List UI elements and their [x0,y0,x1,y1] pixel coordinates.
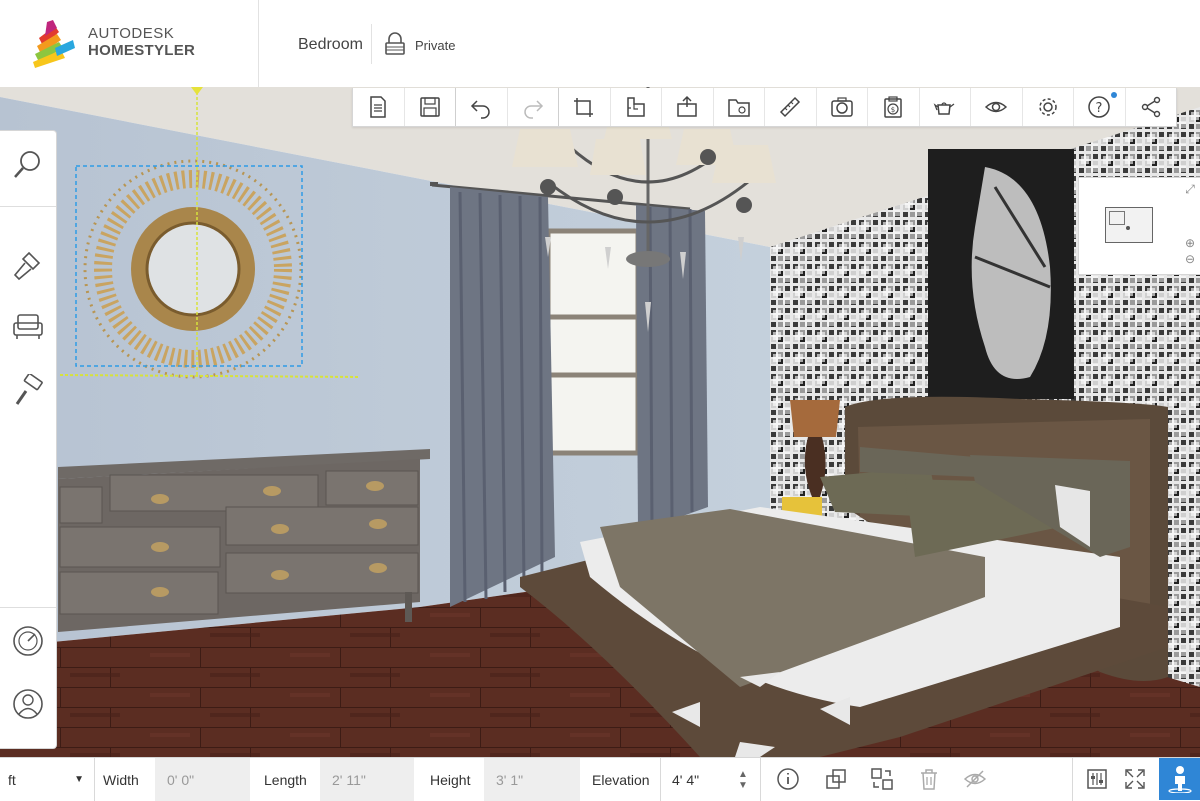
document-icon [370,96,386,118]
gear-icon [1039,98,1057,116]
brand-autodesk: AUTODESK [88,25,175,42]
redo-button[interactable] [508,88,559,126]
snapshot-button[interactable] [817,88,868,126]
add-floor-icon [677,95,697,117]
bar-divider [660,758,661,801]
walkthrough-view-button[interactable] [1159,758,1200,800]
open-folder-button[interactable] [714,88,765,126]
view-toggle-button[interactable] [971,88,1023,126]
roller-button[interactable] [8,371,48,411]
room-3d-view[interactable] [0,87,1200,757]
height-field[interactable]: 3' 1" [484,758,580,801]
app-header: AUTODESK HOMESTYLER Bedroom Private [0,0,1200,88]
help-button[interactable]: ? [1074,88,1126,126]
compass-icon [13,626,43,656]
brand-name: AUTODESK HOMESTYLER [88,25,195,59]
stepper-up-icon[interactable]: ▲ [738,769,748,780]
furniture-button[interactable] [8,306,48,346]
elevation-label: Elevation [592,771,650,788]
adjust-icon[interactable] [1085,767,1109,791]
chevron-down-icon: ▼ [74,774,84,785]
svg-text:?: ? [1096,101,1103,116]
left-tool-panel [0,130,57,749]
brand-homestyler: HOMESTYLER [88,42,196,59]
undo-icon [471,100,490,119]
share-icon [1141,96,1160,118]
share-button[interactable] [1126,88,1177,126]
save-button[interactable] [405,88,456,126]
hide-icon[interactable] [963,767,987,791]
project-name[interactable]: Bedroom [298,36,363,54]
render-button[interactable] [920,88,971,126]
undo-button[interactable] [456,88,508,126]
add-floor-button[interactable] [662,88,714,126]
draw-room-icon [574,98,594,117]
zoom-in-icon[interactable]: ⊕ [1183,236,1197,250]
floorplan-icon [627,97,645,117]
expand-icon[interactable]: ⤢ [1183,182,1197,196]
search-button[interactable] [8,145,48,185]
properties-bar: ft ▼ Width 0' 0" Length 2' 11" Height 3'… [0,757,1200,801]
compass-button[interactable] [8,621,48,661]
replace-icon[interactable] [870,767,894,791]
ruler-icon [780,96,801,118]
zoom-out-icon[interactable]: ⊖ [1183,252,1197,266]
unit-select[interactable]: ft ▼ [8,758,90,801]
height-label: Height [430,771,471,788]
fullscreen-icon[interactable] [1123,767,1147,791]
duplicate-icon[interactable] [824,767,848,791]
elevation-field[interactable]: 4' 4" [672,758,732,801]
length-label: Length [264,771,307,788]
minimap-floorplan[interactable] [1105,207,1153,243]
user-button[interactable] [8,684,48,724]
panel-divider [0,607,56,608]
person-icon [1167,766,1192,793]
header-divider [371,24,372,64]
settings-button[interactable] [1023,88,1074,126]
price-list-icon: $ [884,96,902,118]
shovel-icon [13,251,41,281]
floorplan-button[interactable] [611,88,662,126]
search-icon [14,151,40,178]
minimap[interactable]: ⤢ ⊕ ⊖ [1078,177,1200,275]
horse-artwork[interactable] [928,149,1074,399]
paint-button[interactable] [8,246,48,286]
eye-icon [985,101,1008,113]
measure-button[interactable] [765,88,817,126]
length-field[interactable]: 2' 11" [320,758,414,801]
homestyler-logo [33,20,75,68]
stepper-down-icon[interactable]: ▼ [738,780,748,791]
paint-roller-icon [15,374,43,405]
header-divider [258,0,259,87]
camera-icon [831,97,853,117]
user-icon [13,689,43,719]
notification-dot [1110,92,1117,98]
armchair-icon [13,314,43,339]
unit-value: ft [8,771,16,788]
privacy-label[interactable]: Private [415,38,455,53]
floppy-disk-icon [420,97,440,117]
trash-icon[interactable] [917,767,941,791]
new-document-button[interactable] [353,88,405,126]
folder-icon [728,99,750,117]
panel-divider [0,206,56,207]
elevation-stepper[interactable]: ▲ ▼ [736,758,750,801]
redo-icon [524,100,543,119]
lock-icon[interactable] [384,32,406,56]
bar-divider [94,758,95,801]
draw-room-button[interactable] [559,88,611,126]
width-field[interactable]: 0' 0" [155,758,250,801]
bar-divider [1072,758,1073,801]
teapot-icon [933,102,955,115]
svg-text:$: $ [891,106,895,114]
info-icon[interactable] [776,767,800,791]
main-toolbar: $ ? [352,88,1177,127]
dresser[interactable] [58,449,430,632]
bar-divider [760,758,761,801]
width-label: Width [103,771,139,788]
help-icon: ? [1088,96,1110,118]
cost-button[interactable]: $ [868,88,920,126]
